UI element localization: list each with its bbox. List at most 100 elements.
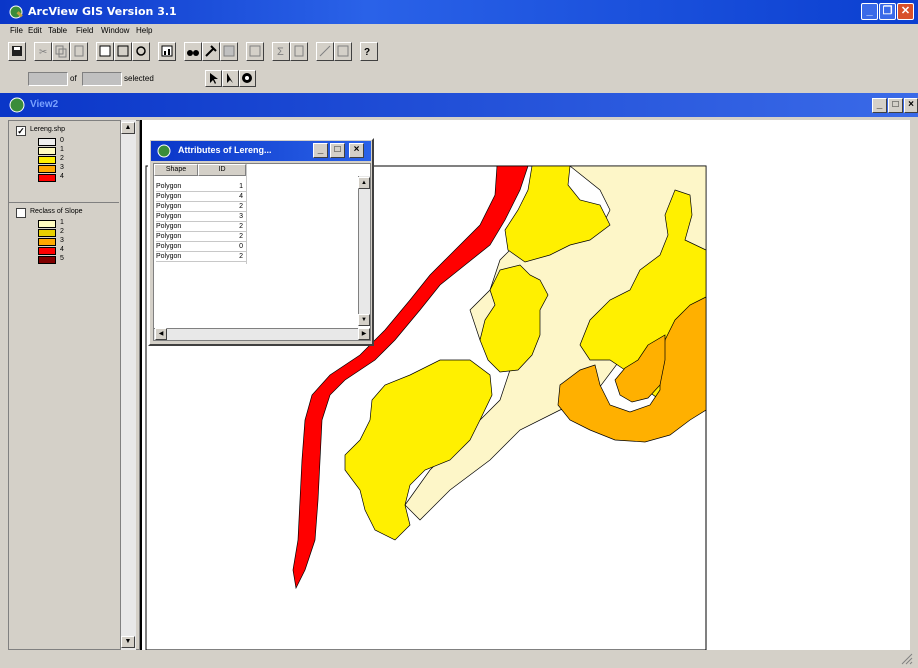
menu-window[interactable]: Window [101,26,129,35]
attributes-minimize-button[interactable]: _ [313,143,328,158]
table-globe-icon [157,144,171,158]
table-cell-shape[interactable]: Polygon [156,202,198,212]
table-cell-shape[interactable]: Polygon [156,242,198,252]
help-button[interactable]: ? [360,42,378,61]
calculate-button[interactable] [290,42,308,61]
table-cell-id[interactable]: 2 [198,222,246,232]
legend-swatch [38,174,56,182]
copy-button[interactable] [52,42,70,61]
promote-button[interactable] [132,42,150,61]
view-minimize-button[interactable]: _ [872,98,887,113]
toc-scroll-up-button[interactable]: ▲ [121,122,135,134]
menu-file[interactable]: File [10,26,23,35]
table-cell-id[interactable]: 2 [198,202,246,212]
layout-icon [319,45,331,57]
resize-grip-icon[interactable] [898,650,914,666]
menu-bar: File Edit Table Field Window Help [0,24,918,39]
legend-label: 4 [60,173,64,180]
legend-swatch [38,238,56,246]
legend-label: 1 [60,219,64,226]
scroll-right-button[interactable]: ▶ [358,328,370,340]
view-close-button[interactable]: × [904,98,918,113]
refresh-icon [136,46,146,56]
theme-lereng-checkbox[interactable]: ✓ [16,126,26,136]
calculator-icon [294,45,304,57]
table-cell-shape[interactable]: Polygon [156,182,198,192]
scroll-down-button[interactable]: ▼ [358,314,370,326]
edit-tool[interactable] [222,70,239,87]
table-cell-id[interactable]: 1 [198,182,246,192]
menu-help[interactable]: Help [136,26,152,35]
select-all-button[interactable] [96,42,114,61]
attributes-horizontal-scrollbar[interactable] [154,328,358,340]
table-cell-id[interactable]: 2 [198,232,246,242]
legend-swatch [38,147,56,155]
attributes-close-button[interactable]: × [349,143,364,158]
cut-button[interactable]: ✂ [34,42,52,61]
find-button[interactable] [184,42,202,61]
sort-icon [223,45,235,57]
menu-field[interactable]: Field [76,26,93,35]
summarize-button[interactable]: Σ [272,42,290,61]
view-title-bar [0,93,918,117]
legend-label: 2 [60,228,64,235]
legend-label: 5 [60,255,64,262]
query-button[interactable] [202,42,220,61]
save-project-button[interactable] [8,42,26,61]
edit-arrow-icon [227,73,233,83]
scroll-up-button[interactable]: ▲ [358,177,370,189]
close-button[interactable]: ✕ [897,3,914,20]
table-cell-id[interactable]: 4 [198,192,246,202]
toc-scrollbar[interactable] [120,120,136,650]
table-cell-id[interactable]: 3 [198,212,246,222]
menu-edit[interactable]: Edit [28,26,42,35]
column-header-id[interactable]: ID [198,164,246,176]
column-divider [246,164,247,264]
attributes-vertical-scrollbar[interactable] [358,176,370,326]
svg-text:✂: ✂ [39,47,47,58]
view-title: View2 [30,99,59,110]
table-cell-shape[interactable]: Polygon [156,232,198,242]
binoculars-icon [187,50,199,56]
statistics-button[interactable] [158,42,176,61]
legend-swatch [38,256,56,264]
svg-text:?: ? [364,47,370,58]
theme-lereng-name[interactable]: Lereng.shp [30,126,65,133]
table-cell-id[interactable]: 2 [198,252,246,262]
arrow-pointer-icon [210,73,218,84]
identify-tool[interactable] [239,70,256,87]
chart-button[interactable] [246,42,264,61]
toc-scroll-down-button[interactable]: ▼ [121,636,135,648]
paste-button[interactable] [70,42,88,61]
table-cell-shape[interactable]: Polygon [156,212,198,222]
column-header-shape[interactable]: Shape [154,164,198,176]
view-maximize-button[interactable]: □ [888,98,903,113]
table-cell-shape[interactable]: Polygon [156,222,198,232]
attributes-maximize-button[interactable]: □ [330,143,345,158]
status-bar [0,650,918,668]
table-cell-shape[interactable]: Polygon [156,252,198,262]
theme-reclass-name[interactable]: Reclass of Slope [30,208,83,215]
scissors-icon: ✂ [39,47,47,58]
attributes-title: Attributes of Lereng... [178,145,272,155]
save-icon [12,46,22,56]
restore-button[interactable]: ❐ [879,3,896,20]
selected-label: selected [124,74,154,83]
theme-reclass-checkbox[interactable] [16,208,26,218]
layout-button[interactable] [316,42,334,61]
sort-button[interactable] [220,42,238,61]
select-none-button[interactable] [114,42,132,61]
table-cell-id[interactable]: 0 [198,242,246,252]
legend-label: 3 [60,164,64,171]
legend-swatch [38,247,56,255]
menu-table[interactable]: Table [48,26,67,35]
paste-icon [74,45,84,57]
scroll-left-button[interactable]: ◀ [155,328,167,340]
pointer-tool[interactable] [205,70,222,87]
table-cell-shape[interactable]: Polygon [156,192,198,202]
print-button[interactable] [334,42,352,61]
minimize-button[interactable]: _ [861,3,878,20]
arcview-globe-icon [9,5,23,19]
theme-divider [9,202,119,203]
identify-icon [242,73,252,83]
